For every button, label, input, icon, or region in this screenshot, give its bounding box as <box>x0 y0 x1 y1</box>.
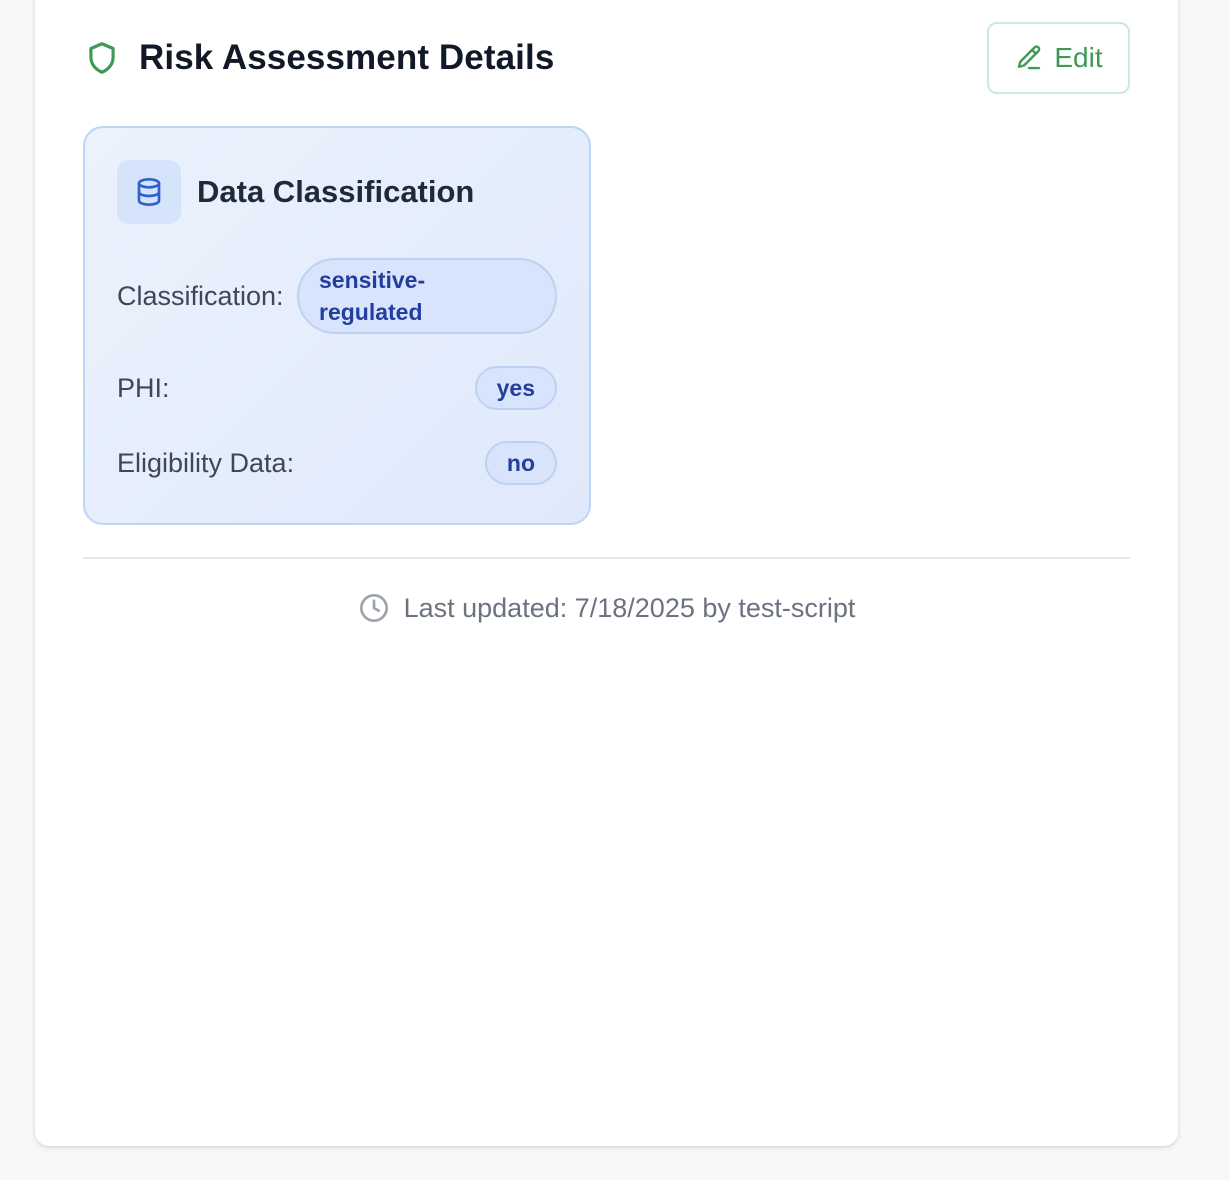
shield-icon <box>83 39 121 77</box>
phi-row: PHI: yes <box>117 366 557 410</box>
eligibility-label: Eligibility Data: <box>117 447 295 478</box>
title-wrap: Risk Assessment Details <box>83 38 554 78</box>
clock-icon <box>358 592 390 624</box>
panel-header: Risk Assessment Details Edit <box>83 22 1130 94</box>
phi-label: PHI: <box>117 372 170 403</box>
classification-badge: sensitive-regulated <box>297 258 557 334</box>
classification-label: Classification: <box>117 280 284 311</box>
pencil-icon <box>1014 43 1044 73</box>
divider <box>83 557 1130 559</box>
classification-value: sensitive-regulated <box>319 267 426 325</box>
eligibility-badge: no <box>484 441 557 485</box>
classification-row: Classification: sensitive-regulated <box>117 258 557 334</box>
card-header: Data Classification <box>117 160 474 224</box>
phi-badge: yes <box>474 366 557 410</box>
last-updated-text: Last updated: 7/18/2025 by test-script <box>403 592 856 623</box>
last-updated: Last updated: 7/18/2025 by test-script <box>83 592 1130 624</box>
card-title: Data Classification <box>197 174 475 209</box>
page-title: Risk Assessment Details <box>139 38 555 77</box>
data-classification-card: Data Classification Classification: sens… <box>83 126 591 525</box>
edit-button-label: Edit <box>1054 42 1103 73</box>
eligibility-row: Eligibility Data: no <box>117 441 557 485</box>
risk-assessment-panel: Risk Assessment Details Edit Data Classi… <box>35 0 1178 1146</box>
database-icon <box>117 160 181 224</box>
edit-button[interactable]: Edit <box>987 22 1130 94</box>
